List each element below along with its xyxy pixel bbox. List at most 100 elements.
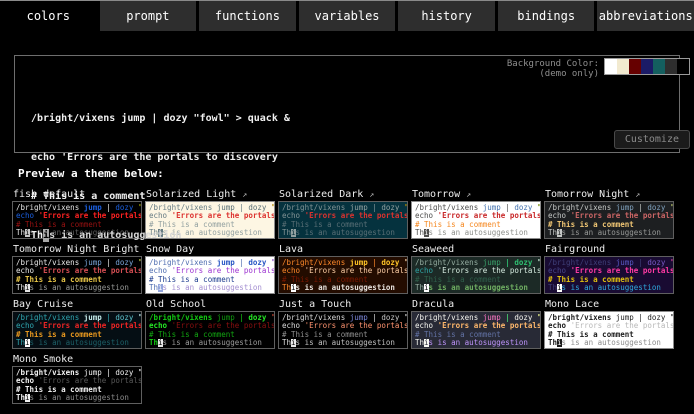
sample-autosuggestion-line: This is an autosuggestion	[415, 284, 540, 292]
theme-card-seaweed[interactable]: Seaweed /bright/vixens jump | dozy "fowl…	[411, 243, 541, 294]
tab-functions[interactable]: functions	[199, 1, 296, 31]
sample-command-line: /bright/vixens jump | dozy "fowl" > quac…	[282, 314, 407, 322]
code-segment-fg: /bright/vixens	[548, 204, 616, 212]
code-segment-fg: Th	[415, 284, 424, 292]
theme-name: Tomorrow Night	[545, 189, 629, 200]
code-segment-quote: "fowl" > quack &	[665, 204, 673, 212]
code-segment-cmd: jump	[616, 204, 634, 212]
background-swatch-6[interactable]	[677, 59, 689, 74]
code-segment-comment: # This is a comment	[282, 221, 368, 229]
sample-echo-line: echo 'Errors are the portals to discover…	[282, 322, 407, 330]
external-link-icon[interactable]: ↗	[466, 190, 471, 199]
theme-preview-box: /bright/vixens jump | dozy "fowl" > quac…	[12, 311, 142, 349]
theme-card-just-a-touch[interactable]: Just a Touch /bright/vixens jump | dozy …	[278, 298, 408, 349]
code-segment-fg: Th	[415, 339, 424, 347]
theme-preview-box: /bright/vixens jump | dozy "fowl" > quac…	[278, 311, 408, 349]
sample-command-line: /bright/vixens jump | dozy "fowl" > quac…	[149, 314, 274, 322]
terminal-line-autosuggestion: This is an autosuggestion	[31, 229, 290, 242]
background-swatch-1[interactable]	[617, 59, 629, 74]
theme-card-old-school[interactable]: Old School /bright/vixens jump | dozy "f…	[145, 298, 275, 349]
code-segment-fg: Th	[548, 339, 557, 347]
code-segment-fg: Th	[16, 394, 25, 402]
tab-variables[interactable]: variables	[299, 1, 396, 31]
sample-comment-line: # This is a comment	[548, 331, 673, 339]
theme-card-mono-lace[interactable]: Mono Lace /bright/vixens jump | dozy "fo…	[544, 298, 674, 349]
sample-echo-line: echo 'Errors are the portals to discover…	[16, 377, 141, 385]
sample-comment-line: # This is a comment	[282, 331, 407, 339]
background-swatch-4[interactable]	[653, 59, 665, 74]
theme-name: Seaweed	[412, 244, 454, 255]
sample-command-line: /bright/vixens jump | dozy "fowl" > quac…	[415, 259, 540, 267]
theme-preview-box: /bright/vixens jump | dozy "fowl" > quac…	[12, 366, 142, 404]
code-segment-pipe: |	[368, 314, 382, 322]
code-segment-err: 'Errors are the portals to discovery	[571, 267, 673, 275]
code-segment-pipe: |	[235, 314, 249, 322]
code-segment-echo: echo	[548, 267, 571, 275]
theme-name: Dracula	[412, 299, 454, 310]
theme-card-bay-cruise[interactable]: Bay Cruise /bright/vixens jump | dozy "f…	[12, 298, 142, 349]
tab-bar: colorspromptfunctionsvariableshistorybin…	[0, 1, 694, 31]
theme-card-dracula[interactable]: Dracula /bright/vixens jump | dozy "fowl…	[411, 298, 541, 349]
code-segment-fg: /bright/vixens	[415, 204, 483, 212]
code-segment-cmd2: dozy	[514, 259, 532, 267]
theme-card-solarized-dark[interactable]: Solarized Dark ↗ /bright/vixens jump | d…	[278, 188, 408, 239]
code-segment-pipe: |	[102, 369, 116, 377]
tab-prompt[interactable]: prompt	[100, 1, 197, 31]
code-segment-cmd: jump	[350, 204, 368, 212]
tab-bindings[interactable]: bindings	[498, 1, 595, 31]
external-link-icon[interactable]: ↗	[635, 190, 640, 199]
theme-card-tomorrow-night[interactable]: Tomorrow Night ↗ /bright/vixens jump | d…	[544, 188, 674, 239]
theme-card-fairground[interactable]: Fairground /bright/vixens jump | dozy "f…	[544, 243, 674, 294]
sample-echo-line: echo 'Errors are the portals to discover…	[282, 267, 407, 275]
code-segment-quote: "fowl" > quack &	[133, 369, 141, 377]
code-segment-cmd: jump	[217, 314, 235, 322]
code-segment-autosug: s is an autosuggestion	[296, 229, 395, 237]
sample-command-line: /bright/vixens jump | dozy "fowl" > quac…	[16, 369, 141, 377]
code-segment-err: 'Errors are the portals to discovery	[438, 212, 540, 220]
background-swatch-0[interactable]	[605, 59, 617, 74]
code-segment-echo: echo	[548, 212, 571, 220]
sample-autosuggestion-line: This is an autosuggestion	[415, 339, 540, 347]
code-segment-echo: echo	[16, 267, 39, 275]
background-swatch-3[interactable]	[641, 59, 653, 74]
theme-card-tomorrow[interactable]: Tomorrow ↗ /bright/vixens jump | dozy "f…	[411, 188, 541, 239]
code-segment-quote: "fowl" > quack &	[133, 314, 141, 322]
code-segment-quote: "fowl" > quack &	[399, 314, 407, 322]
background-swatch-5[interactable]	[665, 59, 677, 74]
code-segment-pipe: |	[368, 259, 382, 267]
code-segment-cmd2: dozy	[115, 369, 133, 377]
code-segment-comment: # This is a comment	[149, 276, 235, 284]
theme-card-lava[interactable]: Lava /bright/vixens jump | dozy "fowl" >…	[278, 243, 408, 294]
theme-preview-box: /bright/vixens jump | dozy "fowl" > quac…	[145, 311, 275, 349]
sample-command-line: /bright/vixens jump | dozy "fowl" > quac…	[415, 204, 540, 212]
code-segment-fg: Th	[415, 229, 424, 237]
code-segment-pipe: |	[634, 204, 648, 212]
code-segment-comment: # This is a comment	[16, 276, 102, 284]
sample-autosuggestion-line: This is an autosuggestion	[16, 284, 141, 292]
code-segment-fg: Th	[149, 339, 158, 347]
code-segment-fg: Th	[548, 284, 557, 292]
tab-colors[interactable]: colors	[0, 1, 97, 31]
code-segment-autosug: s is an autosuggestion	[429, 339, 528, 347]
sample-autosuggestion-line: This is an autosuggestion	[16, 339, 141, 347]
theme-preview-box: /bright/vixens jump | dozy "fowl" > quac…	[411, 256, 541, 294]
code-segment-autosug: s is an autosuggestion	[163, 284, 262, 292]
code-segment-autosug: s is an autosuggestion	[562, 229, 661, 237]
theme-card-mono-smoke[interactable]: Mono Smoke /bright/vixens jump | dozy "f…	[12, 353, 142, 404]
sample-autosuggestion-line: This is an autosuggestion	[282, 229, 407, 237]
sample-comment-line: # This is a comment	[149, 276, 274, 284]
sample-autosuggestion-line: This is an autosuggestion	[16, 394, 141, 402]
customize-button[interactable]: Customize	[614, 130, 690, 149]
theme-name: Bay Cruise	[13, 299, 73, 310]
external-link-icon[interactable]: ↗	[369, 190, 374, 199]
code-segment-pipe: |	[501, 259, 515, 267]
sample-command-line: /bright/vixens jump | dozy "fowl" > quac…	[282, 259, 407, 267]
sample-echo-line: echo 'Errors are the portals to discover…	[548, 267, 673, 275]
code-segment-echo: echo	[415, 267, 438, 275]
code-segment-quote: "fowl" > quack &	[665, 259, 673, 267]
sample-echo-line: echo 'Errors are the portals to discover…	[415, 212, 540, 220]
background-swatch-2[interactable]	[629, 59, 641, 74]
tab-abbreviations[interactable]: abbreviations	[597, 1, 694, 31]
tab-history[interactable]: history	[398, 1, 495, 31]
code-segment-quote: "fowl" > quack &	[532, 204, 540, 212]
